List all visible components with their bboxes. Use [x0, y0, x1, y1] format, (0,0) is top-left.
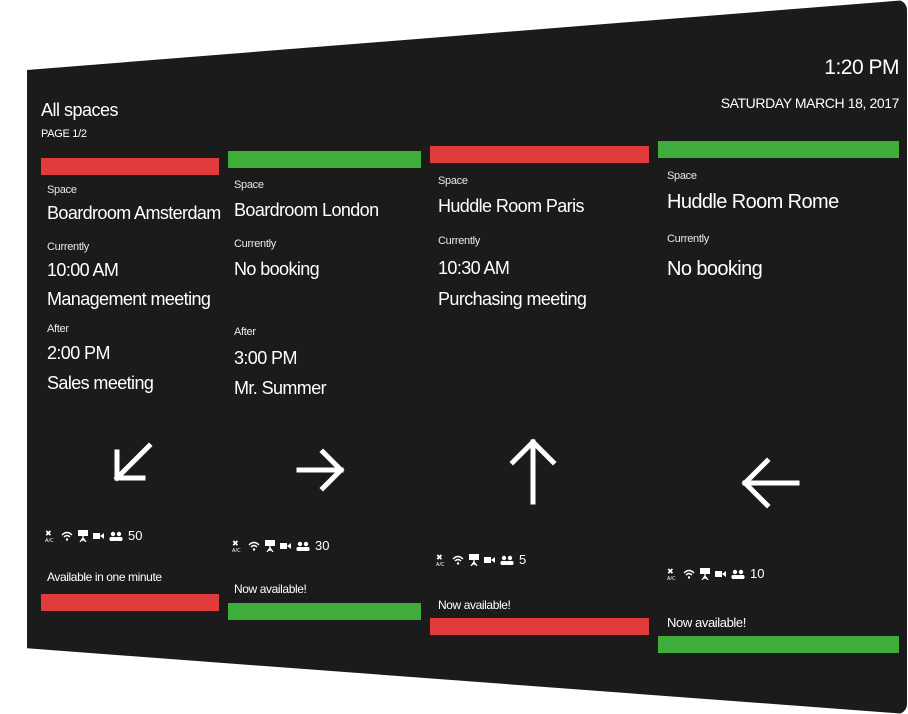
room-status-bar-top [430, 146, 649, 163]
right-arrow-icon [295, 444, 347, 496]
svg-text:A/C: A/C [232, 548, 241, 552]
room-status-bar-top [658, 141, 899, 158]
next-booking-title: Mr. Summer [234, 378, 327, 398]
svg-text:✖: ✖ [436, 553, 443, 562]
next-booking-title: Sales meeting [47, 373, 154, 393]
ac-icon: ✖ A/C [667, 567, 678, 580]
currently-label: Currently [234, 238, 276, 250]
availability-text: Now available! [438, 598, 511, 612]
space-label: Space [438, 175, 468, 187]
room-status-bar-bottom [41, 594, 219, 611]
current-booking-time: 10:30 AM [438, 258, 510, 278]
people-icon [109, 531, 123, 541]
current-booking-time: 10:00 AM [47, 260, 119, 280]
currently-label: Currently [438, 235, 480, 247]
projector-icon [265, 539, 275, 552]
up-arrow-icon [509, 436, 557, 506]
svg-text:A/C: A/C [45, 538, 54, 542]
availability-text: Now available! [234, 582, 307, 596]
page-indicator: PAGE 1/2 [41, 128, 87, 140]
ac-icon: ✖ A/C [232, 539, 243, 552]
capacity-count: 50 [128, 528, 143, 543]
camera-icon [93, 532, 104, 540]
clock-date: SATURDAY MARCH 18, 2017 [720, 95, 900, 111]
room-status-bar-bottom [228, 603, 421, 620]
after-label: After [234, 326, 256, 338]
camera-icon [484, 556, 495, 564]
amenities-row: ✖ A/C 30 [232, 538, 329, 553]
amenities-row: ✖ A/C 5 [436, 552, 526, 567]
screen-content: All spaces PAGE 1/2 1:20 PM SATURDAY MAR… [27, 0, 907, 714]
ac-icon: ✖ A/C [436, 553, 447, 566]
amenities-row: ✖ A/C 50 [45, 528, 142, 543]
space-label: Space [667, 170, 697, 182]
next-booking-time: 2:00 PM [47, 343, 110, 363]
current-booking-title: Purchasing meeting [438, 289, 587, 309]
space-label: Space [234, 179, 264, 191]
projector-icon [78, 529, 88, 542]
after-label: After [47, 323, 69, 335]
svg-text:A/C: A/C [667, 576, 676, 580]
down-left-arrow-icon [109, 440, 155, 486]
people-icon [500, 555, 514, 565]
currently-label: Currently [667, 233, 709, 245]
current-booking-title: Management meeting [47, 289, 211, 309]
room-name: Boardroom London [234, 200, 379, 220]
availability-text: Now available! [667, 615, 746, 630]
ac-icon: ✖ A/C [45, 529, 56, 542]
current-booking-time: No booking [234, 259, 320, 279]
capacity-count: 30 [315, 538, 330, 553]
camera-icon [715, 570, 726, 578]
left-arrow-icon [739, 452, 801, 514]
wifi-icon [248, 541, 260, 551]
room-status-bar-bottom [658, 636, 899, 653]
wifi-icon [452, 555, 464, 565]
svg-text:✖: ✖ [45, 529, 52, 538]
projector-icon [700, 567, 710, 580]
wifi-icon [683, 569, 695, 579]
camera-icon [280, 542, 291, 550]
svg-text:✖: ✖ [232, 539, 239, 548]
projector-icon [469, 553, 479, 566]
room-status-bar-top [41, 158, 219, 175]
room-status-bar-top [228, 151, 421, 168]
capacity-count: 5 [519, 552, 527, 567]
availability-text: Available in one minute [47, 570, 162, 584]
people-icon [296, 541, 310, 551]
room-display-screen: All spaces PAGE 1/2 1:20 PM SATURDAY MAR… [27, 0, 907, 714]
page-title: All spaces [41, 100, 119, 120]
room-name: Huddle Room Rome [667, 191, 839, 213]
room-name: Boardroom Amsterdam [47, 203, 221, 223]
current-booking-time: No booking [667, 258, 763, 280]
svg-text:A/C: A/C [436, 562, 445, 566]
people-icon [731, 569, 745, 579]
currently-label: Currently [47, 241, 89, 253]
next-booking-time: 3:00 PM [234, 348, 297, 368]
room-name: Huddle Room Paris [438, 196, 584, 216]
capacity-count: 10 [750, 566, 765, 581]
room-status-bar-bottom [430, 618, 649, 635]
amenities-row: ✖ A/C 10 [667, 566, 764, 581]
wifi-icon [61, 531, 73, 541]
svg-text:✖: ✖ [667, 567, 674, 576]
clock-time: 1:20 PM [824, 56, 899, 79]
space-label: Space [47, 184, 77, 196]
